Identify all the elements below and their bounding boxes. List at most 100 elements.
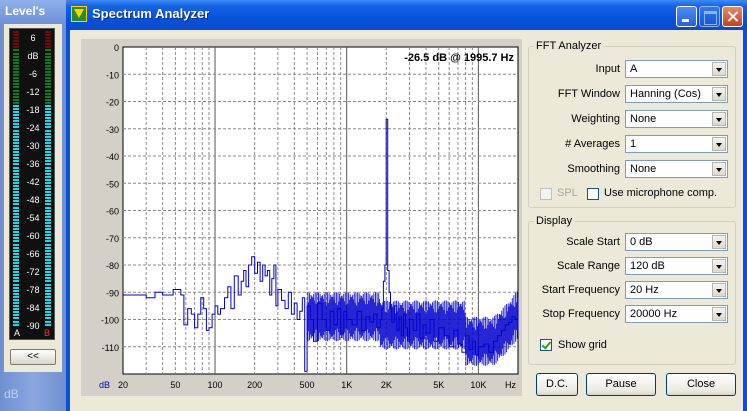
level-segment xyxy=(45,49,51,52)
level-segment xyxy=(13,71,19,74)
scale-range-select[interactable]: 120 dB xyxy=(625,257,728,275)
spectrum-chart: 0 -10 -20 -30 -40 -50 -60 -70 -80 -90 -100 -110 dB 20… xyxy=(99,43,519,390)
minimize-button[interactable] xyxy=(676,6,697,27)
collapse-levels-button[interactable]: << xyxy=(10,349,56,365)
scale-start-select[interactable]: 0 dB xyxy=(625,233,728,251)
level-segment xyxy=(45,265,51,268)
pause-button[interactable]: Pause xyxy=(586,373,656,396)
level-segment xyxy=(45,209,51,212)
level-segment xyxy=(45,129,51,132)
level-segment xyxy=(45,101,51,104)
maximize-button[interactable] xyxy=(699,6,720,27)
x-tick-label: 500 xyxy=(300,380,315,390)
chevron-down-icon[interactable] xyxy=(712,162,726,176)
y-tick-label: -70 xyxy=(106,234,119,244)
level-segment xyxy=(45,206,51,209)
level-segment xyxy=(13,120,19,123)
level-segment xyxy=(13,317,19,320)
spectrum-plot[interactable]: 0 -10 -20 -30 -40 -50 -60 -70 -80 -90 -100 -110 dB 20… xyxy=(81,39,522,396)
level-segment xyxy=(13,101,19,104)
level-segment xyxy=(45,197,51,200)
level-segment xyxy=(45,255,51,258)
mic-comp-label: Use microphone comp. xyxy=(604,187,718,199)
level-segment xyxy=(45,67,51,70)
chevron-down-icon[interactable] xyxy=(712,307,726,321)
level-segment xyxy=(13,37,19,40)
weighting-select[interactable]: None xyxy=(625,110,728,128)
smoothing-select[interactable]: None xyxy=(625,160,728,178)
level-meter: 6 dB -6 -12 -18 -24 -30 -36 -42 -48 -54 -60 -66 -72 -7… xyxy=(9,28,55,340)
input-select[interactable]: A xyxy=(625,60,728,78)
fft-window-value: Hanning (Cos) xyxy=(630,88,701,100)
level-segment xyxy=(45,34,51,37)
level-scale-label: -48 xyxy=(26,195,40,205)
dc-button[interactable]: D.C. xyxy=(536,373,578,396)
fft-window-select[interactable]: Hanning (Cos) xyxy=(625,85,728,103)
show-grid-checkbox[interactable] xyxy=(540,339,552,351)
level-segment xyxy=(45,314,51,317)
level-segment xyxy=(45,249,51,252)
stop-frequency-select[interactable]: 20000 Hz xyxy=(625,305,728,323)
y-tick-label: -60 xyxy=(106,207,119,217)
chevron-down-icon[interactable] xyxy=(712,112,726,126)
mic-comp-checkbox[interactable] xyxy=(587,188,599,200)
title-bar[interactable]: Spectrum Analyzer xyxy=(66,0,747,30)
averages-select[interactable]: 1 xyxy=(625,135,728,153)
chevron-down-icon[interactable] xyxy=(712,235,726,249)
level-segment xyxy=(45,169,51,172)
show-grid-label: Show grid xyxy=(558,339,607,351)
chevron-down-icon[interactable] xyxy=(712,137,726,151)
level-segment xyxy=(45,200,51,203)
levels-window: Level's 6 dB -6 -12 -18 -24 -30 -36 -42 -48 -54 -60… xyxy=(0,0,66,411)
close-button[interactable]: Close xyxy=(666,373,736,396)
level-segment xyxy=(45,221,51,224)
start-frequency-select[interactable]: 20 Hz xyxy=(625,281,728,299)
level-segment xyxy=(45,86,51,89)
level-segment xyxy=(13,67,19,70)
scale-start-label: Scale Start xyxy=(566,236,620,248)
chevron-down-icon[interactable] xyxy=(712,87,726,101)
level-segment xyxy=(45,144,51,147)
level-segment xyxy=(45,178,51,181)
level-segment xyxy=(45,323,51,326)
level-segment xyxy=(13,46,19,49)
display-group-title: Display xyxy=(536,215,573,227)
close-window-button[interactable] xyxy=(722,6,743,27)
x-tick-label: 200 xyxy=(247,380,262,390)
level-segment xyxy=(13,320,19,323)
level-segment xyxy=(13,265,19,268)
chevron-down-icon[interactable] xyxy=(712,283,726,297)
chevron-down-icon[interactable] xyxy=(712,259,726,273)
level-segment xyxy=(13,61,19,64)
level-segment xyxy=(13,111,19,114)
spl-checkbox[interactable] xyxy=(540,188,552,200)
level-segment xyxy=(45,185,51,187)
level-segment xyxy=(45,40,51,43)
level-segment xyxy=(13,31,19,33)
level-segment xyxy=(45,298,51,301)
level-segment xyxy=(45,114,51,117)
level-segment xyxy=(13,215,19,218)
levels-panel: 6 dB -6 -12 -18 -24 -30 -36 -42 -48 -54 -60 -66 -72 -7… xyxy=(4,24,62,372)
level-segment xyxy=(13,58,19,61)
chevron-down-icon[interactable] xyxy=(712,62,726,76)
level-segment xyxy=(45,123,51,126)
x-tick-label: 50 xyxy=(170,380,180,390)
level-segment xyxy=(13,243,19,246)
level-segment xyxy=(45,43,51,46)
level-segment xyxy=(45,52,51,55)
level-segment xyxy=(13,218,19,221)
level-segment xyxy=(45,225,51,228)
level-segment xyxy=(45,194,51,197)
level-segment xyxy=(13,148,19,151)
level-segment xyxy=(13,200,19,203)
level-segment xyxy=(45,160,51,163)
level-segment xyxy=(13,274,19,277)
level-segment xyxy=(45,104,51,107)
level-segment xyxy=(13,169,19,172)
level-segment xyxy=(13,185,19,187)
level-segment xyxy=(13,258,19,261)
level-segment xyxy=(13,314,19,317)
level-segment xyxy=(45,317,51,320)
window-title: Spectrum Analyzer xyxy=(92,6,210,21)
